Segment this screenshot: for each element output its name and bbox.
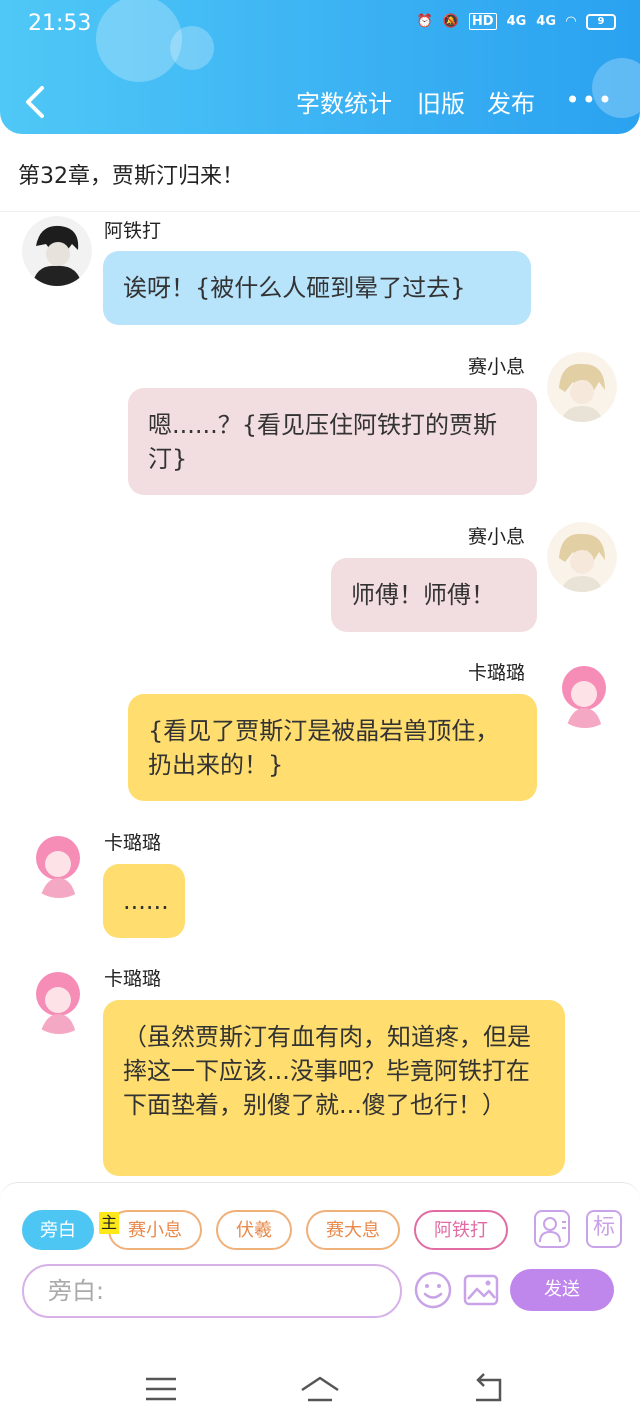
role-chip-narrator[interactable]: 旁白: [22, 1210, 94, 1250]
role-chip-saidaxi[interactable]: 赛大息: [306, 1210, 400, 1250]
message-bubble[interactable]: 诶呀！{被什么人砸到晕了过去}: [103, 251, 531, 325]
back-nav-icon[interactable]: [470, 1372, 510, 1406]
role-chip-atieda[interactable]: 阿铁打: [414, 1210, 508, 1250]
avatar-kalulu[interactable]: [24, 828, 94, 898]
mute-bell-icon: 🔕: [442, 14, 459, 29]
avatar-saixiaoxi[interactable]: [547, 352, 617, 422]
mark-button[interactable]: 标: [586, 1210, 622, 1248]
message-bubble[interactable]: {看见了贾斯汀是被晶岩兽顶住，扔出来的！}: [128, 694, 537, 801]
master-tag: 主: [99, 1212, 119, 1234]
nav-row: 字数统计 旧版 发布 •••: [0, 76, 640, 126]
sender-name: 卡璐璐: [468, 662, 526, 684]
avatar-kalulu[interactable]: [550, 658, 620, 728]
signal-label-2: 4G: [536, 14, 556, 29]
send-button[interactable]: 发送: [510, 1269, 614, 1311]
more-button[interactable]: •••: [566, 86, 614, 114]
signal-label-1: 4G: [506, 14, 527, 29]
menu-icon[interactable]: [142, 1372, 182, 1406]
sender-name: 卡璐璐: [104, 832, 162, 854]
wifi-icon: ◠: [566, 14, 576, 29]
role-chip-saixiaoxi[interactable]: 赛小息: [108, 1210, 202, 1250]
divider: [0, 211, 640, 212]
status-icons: ⏰ 🔕 HD 4G 4G ◠ 9: [417, 13, 616, 30]
message-bubble[interactable]: 嗯......？{看见压住阿铁打的贾斯汀}: [128, 388, 537, 495]
hd-badge: HD: [468, 13, 497, 30]
alarm-icon: ⏰: [416, 14, 433, 29]
back-arrow-icon: [26, 86, 44, 118]
message-bubble[interactable]: 师傅！师傅！: [331, 558, 537, 632]
old-version-button[interactable]: 旧版: [417, 84, 465, 119]
sender-name: 阿铁打: [104, 220, 162, 242]
word-count-button[interactable]: 字数统计: [296, 84, 392, 119]
avatar-kalulu[interactable]: [24, 964, 94, 1034]
contact-icon[interactable]: [534, 1210, 570, 1248]
message-bubble[interactable]: ......: [103, 864, 185, 938]
sender-name: 卡璐璐: [104, 968, 162, 990]
sender-name: 赛小息: [468, 356, 526, 378]
system-nav-bar: [0, 1350, 640, 1427]
message-input[interactable]: 旁白:: [22, 1264, 402, 1318]
back-button[interactable]: [22, 82, 52, 122]
avatar-saixiaoxi[interactable]: [547, 522, 617, 592]
emoji-icon[interactable]: [414, 1271, 452, 1309]
app-header: 21:53 ⏰ 🔕 HD 4G 4G ◠ 9 字数统计 旧版 发布 •••: [0, 0, 640, 134]
battery-icon: 9: [586, 13, 616, 30]
status-time: 21:53: [28, 11, 92, 36]
image-icon[interactable]: [462, 1271, 500, 1309]
publish-button[interactable]: 发布: [487, 84, 535, 119]
home-icon[interactable]: [300, 1372, 340, 1406]
avatar-atieda[interactable]: [22, 216, 92, 286]
sender-name: 赛小息: [468, 526, 526, 548]
message-bubble[interactable]: （虽然贾斯汀有血有肉，知道疼，但是摔这一下应该...没事吧？毕竟阿铁打在下面垫着…: [103, 1000, 565, 1176]
role-chip-fuxi[interactable]: 伏羲: [216, 1210, 292, 1250]
status-bar: 21:53 ⏰ 🔕 HD 4G 4G ◠ 9: [0, 0, 640, 50]
chapter-title[interactable]: 第32章，贾斯汀归来！: [18, 158, 244, 190]
